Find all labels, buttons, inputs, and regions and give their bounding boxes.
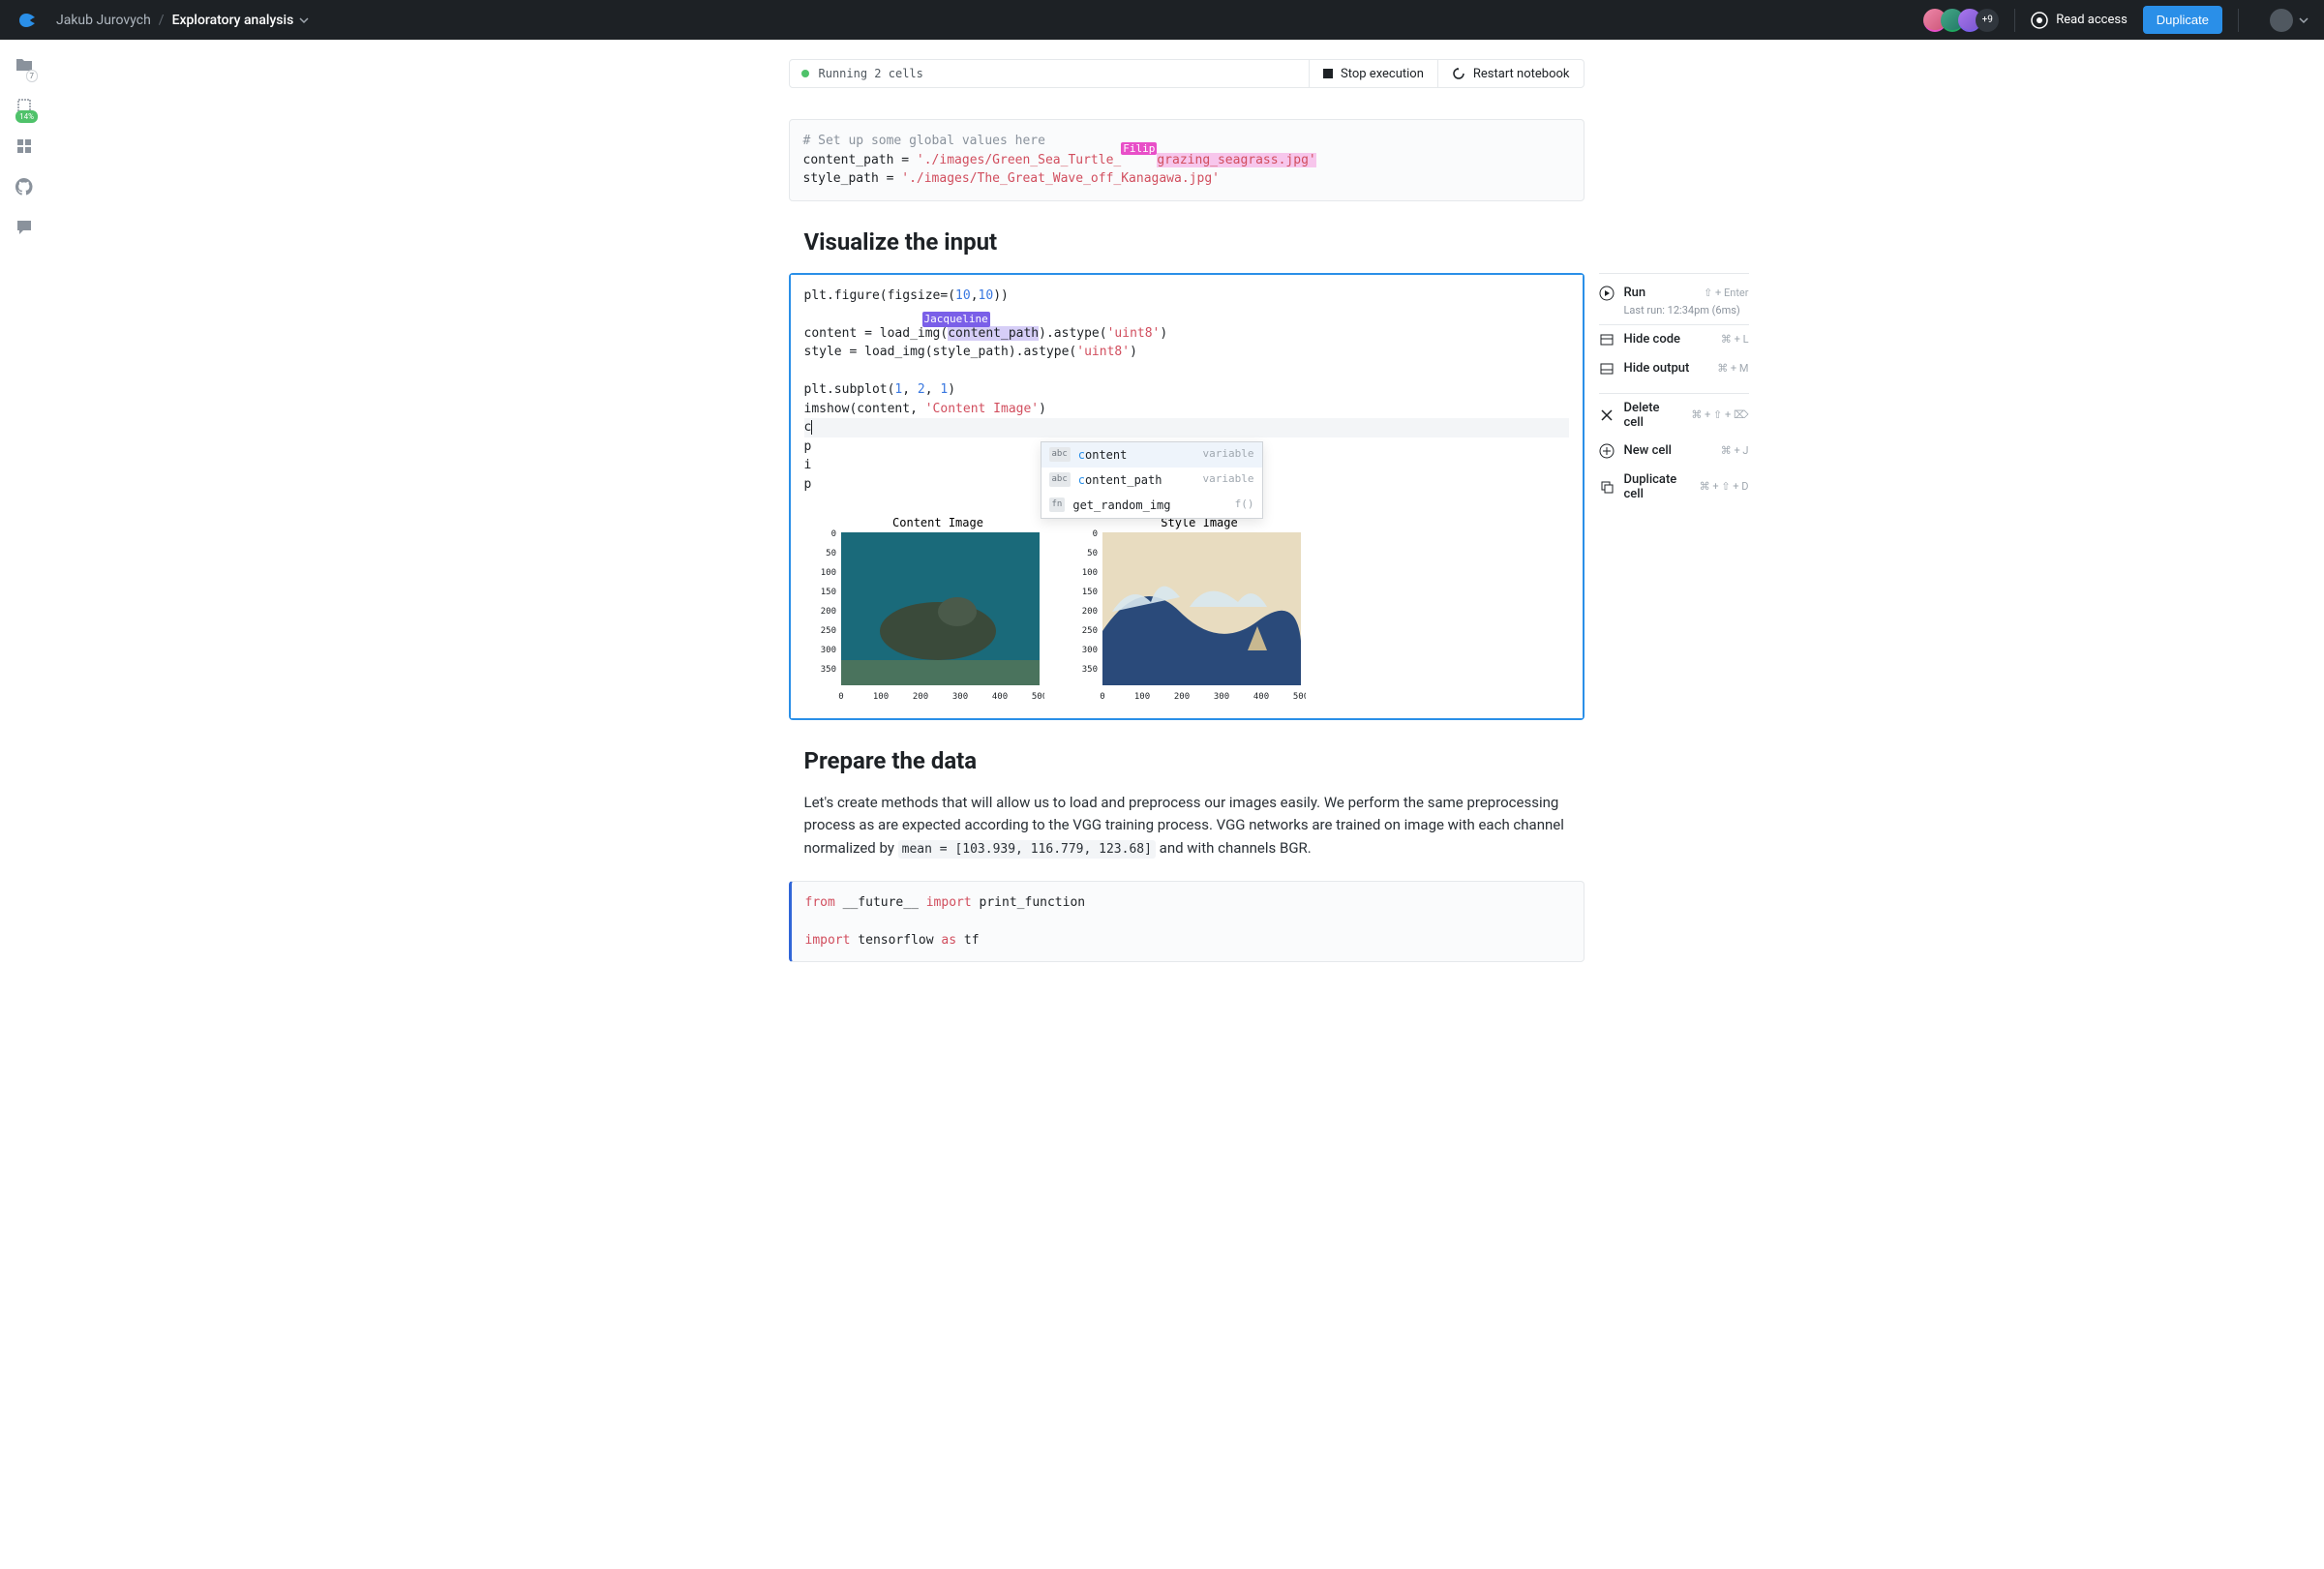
autocomplete-item[interactable]: fn get_random_img f() [1041, 493, 1262, 518]
svg-text:200: 200 [912, 692, 927, 702]
collaborator-cursor-jacqueline: Jacqueline [922, 312, 990, 328]
svg-text:400: 400 [1253, 692, 1268, 702]
svg-text:500: 500 [1031, 692, 1043, 702]
svg-text:100: 100 [1081, 568, 1097, 578]
collaborator-avatars[interactable]: +9 [1929, 9, 1999, 32]
autocomplete-popup[interactable]: abc content variable abc content_path va… [1041, 441, 1263, 519]
breadcrumb-owner[interactable]: Jakub Jurovych [56, 13, 151, 28]
svg-text:150: 150 [1081, 588, 1097, 597]
code-cell-active[interactable]: [5] plt.figure(figsize=(10,10)) content … [789, 273, 1585, 721]
stop-icon [1323, 69, 1333, 78]
copy-icon [1599, 479, 1615, 495]
duplicate-button[interactable]: Duplicate [2143, 6, 2222, 34]
svg-text:350: 350 [820, 665, 835, 675]
chevron-down-icon [299, 15, 309, 25]
svg-text:400: 400 [991, 692, 1007, 702]
svg-text:100: 100 [1133, 692, 1149, 702]
sidebar-item-github[interactable] [15, 177, 34, 200]
context-new-cell[interactable]: New cell ⌘ + J [1599, 437, 1749, 466]
breadcrumb-title[interactable]: Exploratory analysis [172, 13, 310, 28]
svg-text:50: 50 [1087, 549, 1098, 558]
context-hide-code[interactable]: Hide code ⌘ + L [1599, 324, 1749, 354]
svg-text:200: 200 [820, 607, 835, 617]
svg-text:0: 0 [838, 692, 843, 702]
context-lastrun: Last run: 12:34pm (6ms) [1599, 304, 1749, 317]
svg-text:200: 200 [1173, 692, 1189, 702]
prose-text: Let's create methods that will allow us … [804, 792, 1569, 860]
sidebar-item-apps[interactable] [15, 136, 34, 160]
collaborator-cursor-filip: Filip [1121, 142, 1157, 155]
restart-icon [1452, 67, 1465, 80]
eye-icon [2031, 12, 2048, 29]
restart-notebook-button[interactable]: Restart notebook [1437, 60, 1584, 87]
sidebar-item-comments[interactable] [15, 218, 34, 241]
svg-text:250: 250 [820, 626, 835, 636]
context-hide-output[interactable]: Hide output ⌘ + M [1599, 354, 1749, 383]
code-cell[interactable]: # Set up some global values here content… [789, 119, 1585, 201]
svg-text:0: 0 [1100, 692, 1104, 702]
user-menu[interactable] [2270, 9, 2309, 32]
svg-text:50: 50 [826, 549, 836, 558]
heading-visualize: Visualize the input [804, 228, 1585, 256]
top-header: Jakub Jurovych / Exploratory analysis +9… [0, 0, 2324, 40]
svg-text:Content Image: Content Image [892, 516, 983, 529]
comment-icon [15, 218, 34, 237]
status-dot-running [801, 70, 809, 77]
svg-text:300: 300 [820, 646, 835, 655]
chevron-down-icon [2299, 15, 2309, 25]
context-delete-cell[interactable]: Delete cell ⌘ + ⇧ + ⌦ [1599, 393, 1749, 437]
heading-prepare: Prepare the data [804, 747, 1585, 774]
logo-icon[interactable] [15, 9, 39, 32]
play-icon [1599, 286, 1615, 301]
hide-code-icon [1599, 332, 1615, 347]
code-cell[interactable]: from __future__ import print_function im… [789, 881, 1585, 963]
context-run[interactable]: Run ⇧ + Enter [1599, 273, 1749, 308]
sidebar-item-env[interactable]: 14% [15, 96, 34, 119]
svg-text:150: 150 [820, 588, 835, 597]
stop-execution-button[interactable]: Stop execution [1309, 60, 1437, 87]
status-text: Running 2 cells [819, 67, 923, 80]
grid-icon [15, 136, 34, 156]
svg-text:250: 250 [1081, 626, 1097, 636]
svg-text:100: 100 [872, 692, 888, 702]
read-access-button[interactable]: Read access [2031, 12, 2128, 29]
cell-context-menu: Run ⇧ + Enter Last run: 12:34pm (6ms) Hi… [1599, 273, 1749, 508]
avatar-more[interactable]: +9 [1976, 9, 1999, 32]
execution-status-bar: Running 2 cells Stop execution Restart n… [789, 59, 1585, 88]
svg-text:0: 0 [1092, 529, 1097, 539]
autocomplete-item[interactable]: abc content_path variable [1041, 468, 1262, 493]
svg-text:200: 200 [1081, 607, 1097, 617]
hide-output-icon [1599, 361, 1615, 377]
cell-output: Content Image 0 50 100 150 200 250 30 [791, 505, 1583, 718]
plus-icon [1599, 443, 1615, 459]
svg-text:100: 100 [820, 568, 835, 578]
left-sidebar: 7 14% [0, 40, 48, 1569]
svg-text:300: 300 [1081, 646, 1097, 655]
autocomplete-item[interactable]: abc content variable [1041, 442, 1262, 468]
svg-text:300: 300 [951, 692, 967, 702]
svg-text:500: 500 [1292, 692, 1305, 702]
sidebar-item-files[interactable]: 7 [15, 55, 34, 78]
breadcrumb: Jakub Jurovych / Exploratory analysis [56, 13, 309, 28]
svg-text:0: 0 [830, 529, 835, 539]
context-duplicate-cell[interactable]: Duplicate cell ⌘ + ⇧ + D [1599, 466, 1749, 508]
svg-text:300: 300 [1213, 692, 1228, 702]
github-icon [15, 177, 34, 196]
close-icon [1599, 407, 1615, 423]
svg-text:350: 350 [1081, 665, 1097, 675]
plot-content-image: Content Image 0 50 100 150 200 250 30 [802, 515, 1044, 709]
plot-style-image: Style Image 0 50 100 150 200 250 [1064, 515, 1306, 709]
